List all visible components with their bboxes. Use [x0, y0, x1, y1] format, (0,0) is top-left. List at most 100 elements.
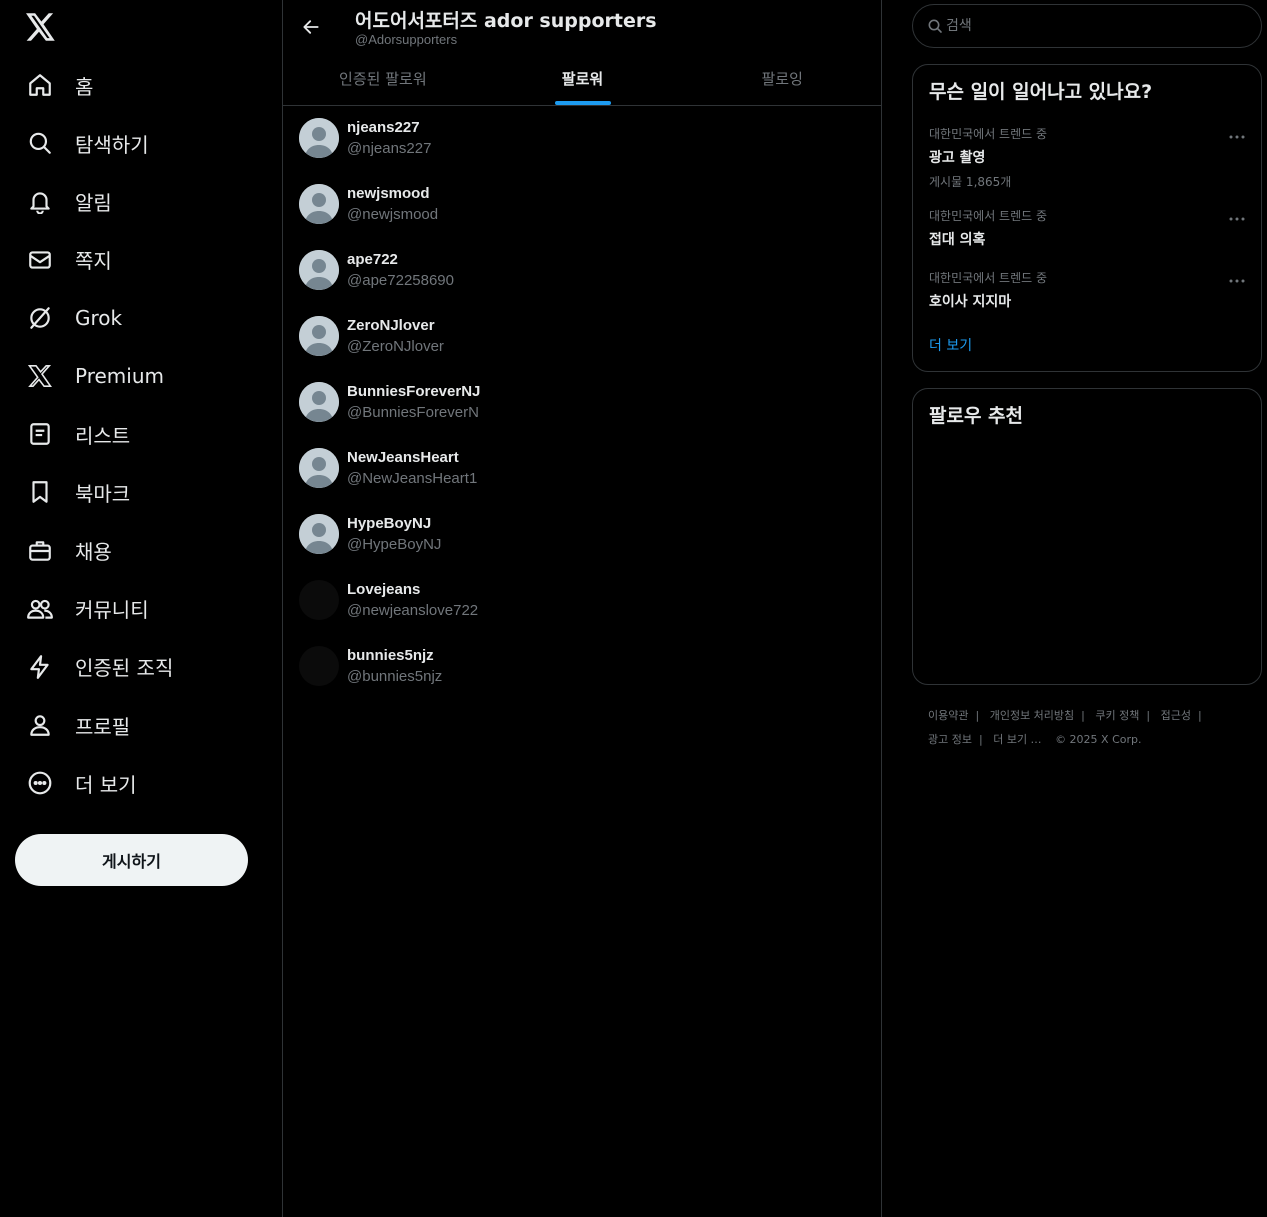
more-dots-icon[interactable]: [1227, 130, 1247, 144]
nav-label: 프로필: [75, 714, 131, 739]
trends-panel: 무슨 일이 일어나고 있나요? 대한민국에서 트렌드 중 광고 촬영 게시물 1…: [912, 64, 1262, 372]
avatar[interactable]: [299, 448, 339, 488]
who-to-follow-panel: 팔로우 추천: [912, 388, 1262, 685]
follower-row[interactable]: ZeroNJlover @ZeroNJlover: [283, 304, 882, 370]
nav-item-more[interactable]: 더 보기: [14, 754, 274, 812]
search-icon: [927, 18, 943, 39]
nav-label: 홈: [75, 74, 94, 99]
follower-name[interactable]: Lovejeans: [347, 581, 420, 598]
follower-list: njeans227 @njeans227 newjsmood @newjsmoo…: [283, 106, 882, 700]
nav-item-home[interactable]: 홈: [14, 56, 274, 114]
nav-item-bookmarks[interactable]: 북마크: [14, 463, 274, 521]
follower-row[interactable]: NewJeansHeart @NewJeansHeart1: [283, 436, 882, 502]
nav-item-communities[interactable]: 커뮤니티: [14, 580, 274, 638]
follower-row[interactable]: ape722 @ape72258690: [283, 238, 882, 304]
follower-name[interactable]: NewJeansHeart: [347, 449, 459, 466]
follower-name[interactable]: newjsmood: [347, 185, 430, 202]
grok-icon: [26, 304, 54, 332]
footer-link-accessibility[interactable]: 접근성: [1161, 709, 1191, 722]
follower-row[interactable]: bunnies5njz @bunnies5njz: [283, 634, 882, 700]
follower-name[interactable]: BunniesForeverNJ: [347, 383, 480, 400]
tab-label: 팔로잉: [761, 70, 803, 88]
trend-item[interactable]: 대한민국에서 트렌드 중 광고 촬영 게시물 1,865개: [929, 125, 1247, 190]
nav-item-verified-orgs[interactable]: 인증된 조직: [14, 638, 274, 696]
avatar[interactable]: [299, 514, 339, 554]
follower-row[interactable]: njeans227 @njeans227: [283, 106, 882, 172]
tab-label: 인증된 팔로워: [339, 70, 427, 88]
footer-separator: |: [1081, 709, 1085, 722]
follower-handle: @njeans227: [347, 140, 432, 157]
follower-handle: @bunnies5njz: [347, 668, 443, 685]
nav-item-notifications[interactable]: 알림: [14, 172, 274, 230]
trend-name: 호이사 지지마: [929, 294, 1012, 310]
footer-link-more[interactable]: 더 보기 …: [993, 733, 1041, 746]
back-arrow-icon[interactable]: [297, 13, 325, 41]
more-dots-icon[interactable]: [1227, 274, 1247, 288]
bookmark-icon: [26, 478, 54, 506]
nav-label: 탐색하기: [75, 132, 149, 157]
avatar[interactable]: [299, 316, 339, 356]
tab-verified-followers[interactable]: 인증된 팔로워: [283, 52, 483, 105]
nav-item-lists[interactable]: 리스트: [14, 405, 274, 463]
trend-item[interactable]: 대한민국에서 트렌드 중 호이사 지지마: [929, 269, 1247, 311]
avatar[interactable]: [299, 250, 339, 290]
avatar[interactable]: [299, 184, 339, 224]
follower-row[interactable]: Lovejeans @newjeanslove722: [283, 568, 882, 634]
footer: 이용약관 | 개인정보 처리방침 | 쿠키 정책 | 접근성 | 광고 정보 | 더 보기…: [928, 704, 1248, 752]
trend-context: 대한민국에서 트렌드 중: [929, 271, 1048, 285]
follower-row[interactable]: HypeBoyNJ @HypeBoyNJ: [283, 502, 882, 568]
tab-followers[interactable]: 팔로워: [483, 52, 683, 105]
avatar[interactable]: [299, 646, 339, 686]
post-button[interactable]: 게시하기: [15, 834, 248, 886]
footer-separator: |: [975, 709, 980, 722]
trend-context: 대한민국에서 트렌드 중: [929, 209, 1048, 223]
trend-item[interactable]: 대한민국에서 트렌드 중 접대 의혹: [929, 207, 1247, 249]
trend-name: 접대 의혹: [929, 232, 986, 248]
briefcase-icon: [26, 537, 54, 565]
trend-context: 대한민국에서 트렌드 중: [929, 127, 1048, 141]
footer-link-cookies[interactable]: 쿠키 정책: [1095, 709, 1139, 722]
follower-name[interactable]: ZeroNJlover: [347, 317, 435, 334]
follower-handle: @newjeanslove722: [347, 602, 479, 619]
active-tab-indicator: [554, 101, 611, 105]
footer-separator: |: [1146, 709, 1151, 722]
tab-bar: 인증된 팔로워 팔로워 팔로잉: [283, 52, 882, 106]
avatar[interactable]: [299, 118, 339, 158]
follower-row[interactable]: BunniesForeverNJ @BunniesForeverN: [283, 370, 882, 436]
nav-item-profile[interactable]: 프로필: [14, 696, 274, 754]
follower-name[interactable]: bunnies5njz: [347, 647, 434, 664]
more-circle-icon: [26, 769, 54, 797]
nav-item-jobs[interactable]: 채용: [14, 522, 274, 580]
envelope-icon: [26, 246, 54, 274]
avatar[interactable]: [299, 382, 339, 422]
follower-row[interactable]: newjsmood @newjsmood: [283, 172, 882, 238]
nav-item-premium[interactable]: Premium: [14, 347, 274, 405]
footer-link-terms[interactable]: 이용약관: [928, 709, 968, 722]
trend-count: 게시물 1,865개: [929, 175, 1012, 189]
follower-name[interactable]: HypeBoyNJ: [347, 515, 431, 532]
follower-handle: @ZeroNJlover: [347, 338, 444, 355]
nav-label: 리스트: [75, 423, 131, 448]
follower-name[interactable]: njeans227: [347, 119, 420, 136]
tab-following[interactable]: 팔로잉: [682, 52, 882, 105]
follower-name[interactable]: ape722: [347, 251, 398, 268]
avatar[interactable]: [299, 580, 339, 620]
people-icon: [26, 595, 54, 623]
footer-separator: |: [978, 733, 983, 746]
footer-link-privacy[interactable]: 개인정보 처리방침: [990, 709, 1074, 722]
page-handle: @Adorsupporters: [355, 32, 458, 47]
footer-link-ads[interactable]: 광고 정보: [928, 733, 972, 746]
more-dots-icon[interactable]: [1227, 212, 1247, 226]
page-title: 어도어서포터즈 ador supporters: [355, 10, 657, 32]
lightning-icon: [26, 653, 54, 681]
nav-item-grok[interactable]: Grok: [14, 289, 274, 347]
nav-item-messages[interactable]: 쪽지: [14, 231, 274, 289]
nav-item-explore[interactable]: 탐색하기: [14, 114, 274, 172]
nav-label: Grok: [75, 305, 123, 330]
follower-handle: @HypeBoyNJ: [347, 536, 442, 553]
show-more-link[interactable]: 더 보기: [929, 335, 972, 355]
x-logo-icon[interactable]: [24, 10, 58, 44]
follower-handle: @ape72258690: [347, 272, 454, 289]
search-input[interactable]: [946, 15, 1246, 37]
follower-handle: @BunniesForeverN: [347, 404, 479, 421]
